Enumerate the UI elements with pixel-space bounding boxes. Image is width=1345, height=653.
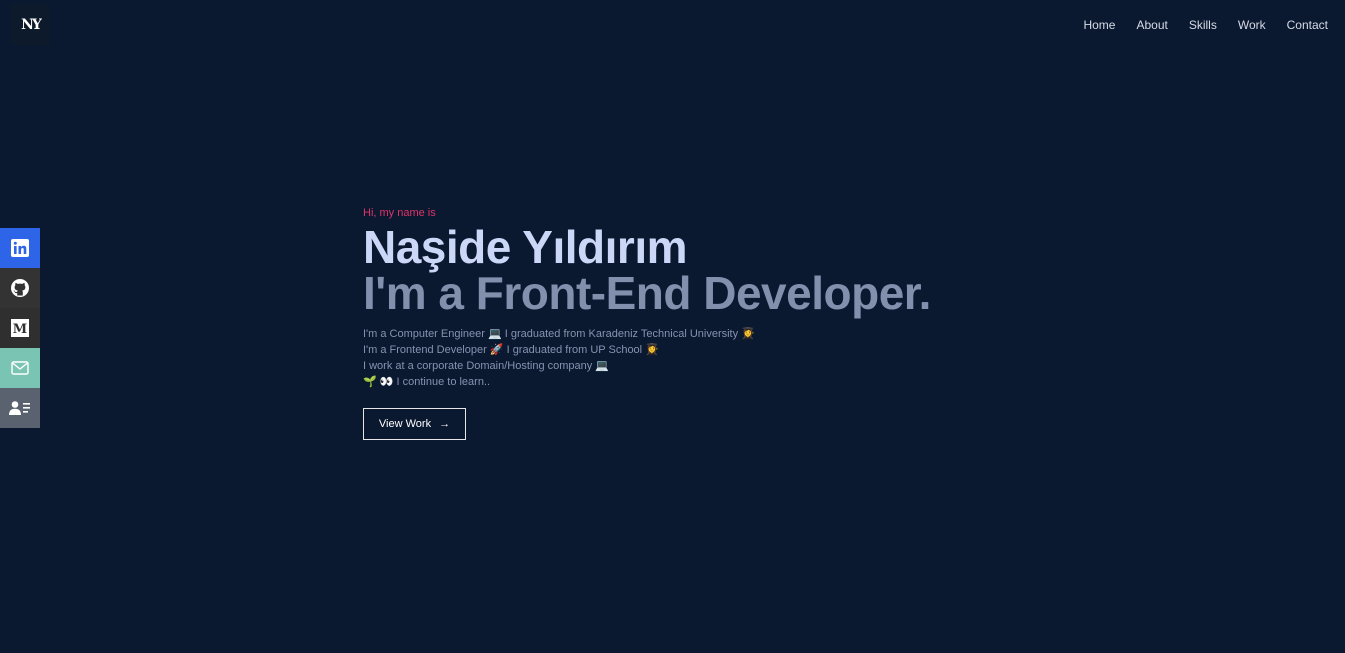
linkedin-icon	[11, 239, 29, 257]
hero-section: Hi, my name is Naşide Yıldırım I'm a Fro…	[363, 206, 1063, 440]
arrow-right-icon: →	[439, 418, 451, 430]
bio-line: I'm a Computer Engineer 💻 I graduated fr…	[363, 328, 755, 340]
hero-greeting: Hi, my name is	[363, 207, 436, 219]
bio-line: I work at a corporate Domain/Hosting com…	[363, 360, 610, 372]
nav-home[interactable]: Home	[1083, 17, 1115, 33]
svg-text:M: M	[13, 322, 27, 337]
github-icon	[11, 279, 29, 297]
bio-line: I'm a Frontend Developer 🚀 I graduated f…	[363, 344, 659, 356]
hero-role: I'm a Front-End Developer.	[363, 267, 931, 319]
medium-link[interactable]: M	[0, 308, 40, 348]
linkedin-link[interactable]	[0, 228, 40, 268]
nav-work[interactable]: Work	[1238, 17, 1266, 33]
site-logo[interactable]: NY	[11, 4, 50, 45]
github-link[interactable]	[0, 268, 40, 308]
nav-about[interactable]: About	[1136, 17, 1167, 33]
mail-icon	[11, 361, 29, 375]
hero-name: Naşide Yıldırım	[363, 221, 688, 273]
medium-icon: M	[11, 319, 29, 337]
contact-card-icon	[9, 401, 30, 415]
view-work-label: View Work	[378, 418, 432, 430]
hero-bio: I'm a Computer Engineer 💻 I graduated fr…	[363, 326, 1063, 390]
bio-line: 🌱 👀 I continue to learn..	[363, 376, 491, 388]
social-sidebar: M	[0, 228, 40, 428]
main-nav: Home About Skills Work Contact	[1062, 17, 1328, 33]
resume-link[interactable]	[0, 388, 40, 428]
page: NY Home About Skills Work Contact M Hi, …	[0, 0, 1345, 653]
mail-link[interactable]	[0, 348, 40, 388]
view-work-button[interactable]: View Work →	[363, 408, 466, 440]
nav-skills[interactable]: Skills	[1189, 17, 1217, 33]
logo-text: NY	[21, 16, 42, 33]
nav-contact[interactable]: Contact	[1287, 17, 1328, 33]
